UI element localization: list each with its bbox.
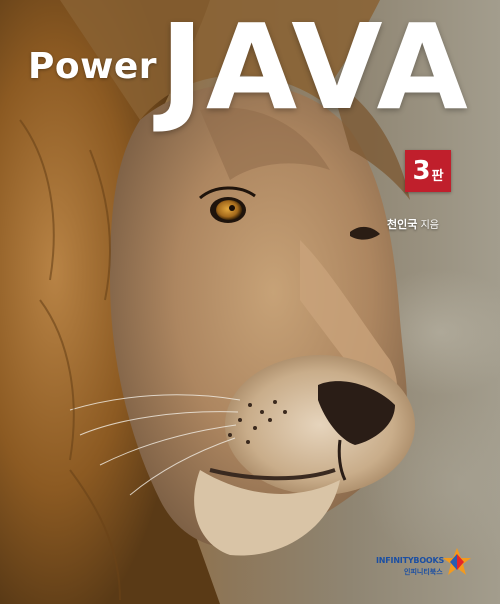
edition-suffix: 판 xyxy=(431,168,444,184)
infinitybooks-star-icon xyxy=(443,548,471,575)
author-name: 천인국 xyxy=(387,218,418,231)
publisher-name-ko: 인피니티북스 xyxy=(404,568,443,576)
title-prefix: Power xyxy=(28,46,158,87)
publisher-name-en: INFINITYBOOKS xyxy=(376,556,445,565)
book-cover: Power JAVA 3 판 천인국 지음 INFINITYBOOKS 인피니티… xyxy=(0,0,500,604)
edition-number: 3 xyxy=(412,156,431,186)
title-main: JAVA xyxy=(160,0,470,136)
author-role: 지음 xyxy=(420,220,439,231)
edition-badge: 3 판 xyxy=(405,150,451,192)
author-credit: 천인국 지음 xyxy=(387,216,439,232)
publisher-logo: INFINITYBOOKS 인피니티북스 xyxy=(376,546,476,580)
